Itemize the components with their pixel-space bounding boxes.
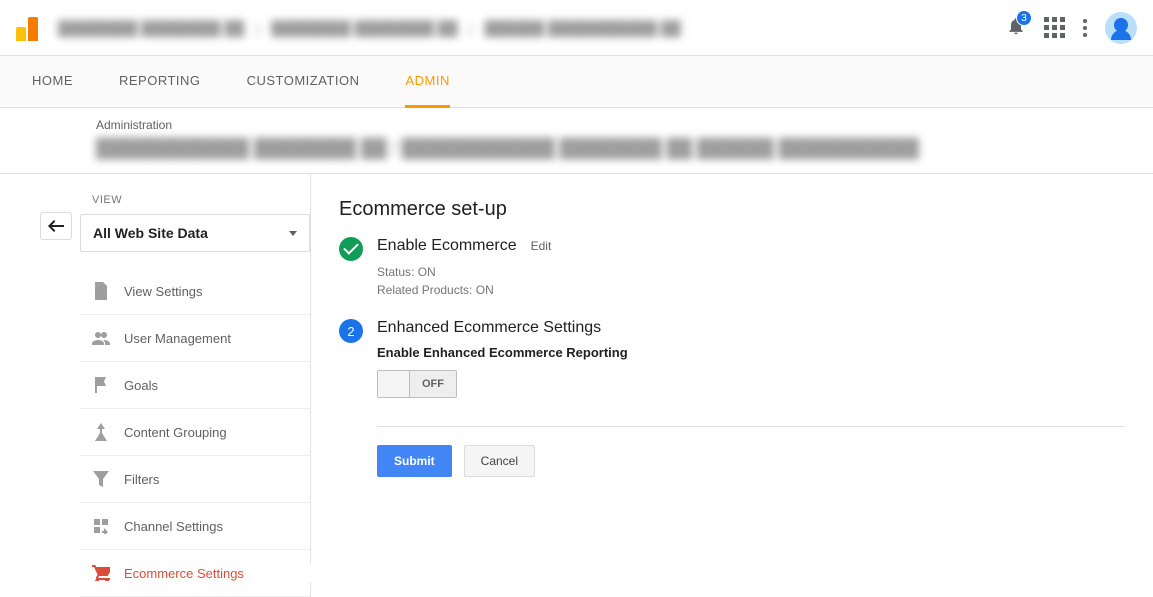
dropdown-value: All Web Site Data [93, 225, 208, 241]
sidebar-item-label: Goals [124, 378, 158, 393]
related-products-row: Related Products: ON [377, 281, 1125, 299]
sidebar-item-content-grouping[interactable]: Content Grouping [80, 409, 310, 456]
notifications-icon[interactable]: 3 [1006, 16, 1026, 39]
toggle-label: OFF [410, 371, 456, 397]
step1-complete-icon [339, 237, 363, 261]
notification-count: 3 [1016, 10, 1032, 26]
admin-path: ████████████ ████████ ██ / ████████████ … [96, 138, 1057, 159]
flag-icon [92, 376, 110, 394]
submit-button[interactable]: Submit [377, 445, 452, 477]
sidebar-item-label: View Settings [124, 284, 203, 299]
sidebar-item-goals[interactable]: Goals [80, 362, 310, 409]
users-icon [92, 329, 110, 347]
step2-badge: 2 [339, 319, 363, 343]
sidebar-item-label: User Management [124, 331, 231, 346]
sidebar-item-ecommerce-settings[interactable]: Ecommerce Settings [80, 550, 310, 597]
sidebar-item-channel-settings[interactable]: Channel Settings [80, 503, 310, 550]
apps-icon[interactable] [1044, 17, 1065, 38]
tab-reporting[interactable]: REPORTING [119, 56, 201, 108]
edit-link[interactable]: Edit [531, 239, 552, 253]
step2-title: Enhanced Ecommerce Settings [377, 319, 601, 337]
view-dropdown[interactable]: All Web Site Data [80, 214, 310, 252]
ga-logo [16, 15, 42, 41]
chevron-down-icon [289, 231, 297, 236]
cancel-button[interactable]: Cancel [464, 445, 535, 477]
view-label: VIEW [80, 186, 310, 214]
cart-icon [92, 564, 110, 582]
tab-admin[interactable]: ADMIN [405, 56, 449, 108]
document-icon [92, 282, 110, 300]
sidebar-item-label: Content Grouping [124, 425, 227, 440]
kebab-menu-icon[interactable] [1083, 19, 1087, 37]
filter-icon [92, 470, 110, 488]
account-breadcrumb: ████████ ████████ ██ | ████████ ████████… [58, 20, 1006, 36]
channel-icon [92, 517, 110, 535]
sidebar-item-user-management[interactable]: User Management [80, 315, 310, 362]
sidebar-item-label: Channel Settings [124, 519, 223, 534]
enhanced-ecommerce-toggle[interactable]: OFF [377, 370, 457, 398]
sidebar-item-label: Ecommerce Settings [124, 566, 244, 581]
grouping-icon [92, 423, 110, 441]
tab-customization[interactable]: CUSTOMIZATION [247, 56, 360, 108]
page-title: Ecommerce set-up [339, 198, 1125, 221]
tab-home[interactable]: HOME [32, 56, 73, 108]
sidebar-item-filters[interactable]: Filters [80, 456, 310, 503]
step2-subtitle: Enable Enhanced Ecommerce Reporting [377, 345, 1125, 360]
sidebar-item-label: Filters [124, 472, 159, 487]
sidebar-item-view-settings[interactable]: View Settings [80, 268, 310, 315]
user-avatar[interactable] [1105, 12, 1137, 44]
status-row: Status: ON [377, 263, 1125, 281]
back-button[interactable] [40, 212, 72, 240]
step1-title: Enable Ecommerce [377, 237, 517, 255]
admin-label: Administration [96, 118, 1057, 132]
